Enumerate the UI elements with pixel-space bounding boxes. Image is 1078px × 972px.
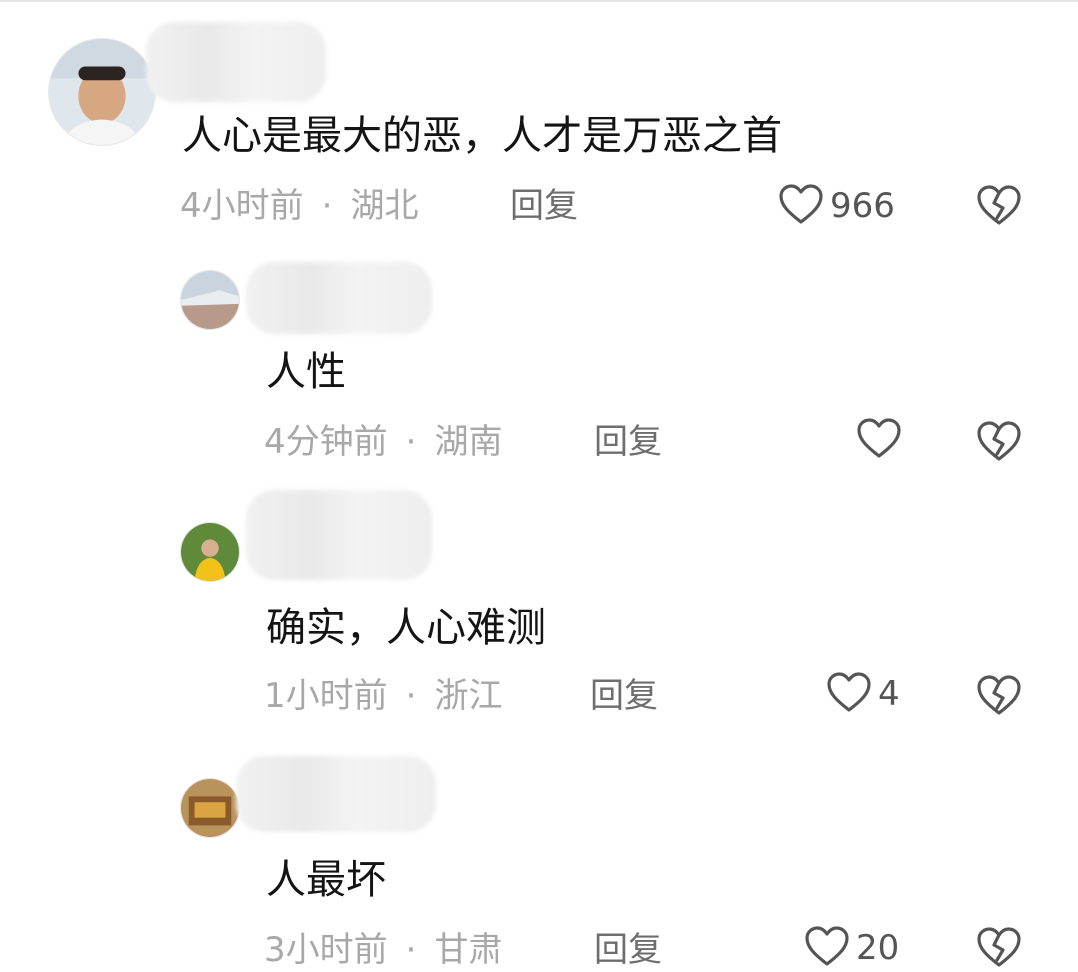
reply-item: 人性 4分钟前 · 湖南 回复	[0, 250, 1078, 480]
dislike-button[interactable]	[976, 184, 1022, 226]
comment-text: 人最坏	[266, 857, 386, 903]
comment-time: 3小时前	[264, 930, 388, 970]
user-avatar[interactable]	[180, 522, 240, 582]
comment-text: 人心是最大的恶，人才是万恶之首	[182, 113, 782, 159]
comment-meta: 4分钟前 · 湖南	[264, 422, 502, 462]
comment-meta: 4小时前 · 湖北	[180, 186, 418, 226]
user-avatar[interactable]	[180, 778, 240, 838]
comment-time: 4小时前	[180, 186, 304, 226]
blurred-username	[246, 490, 432, 580]
dislike-button[interactable]	[976, 420, 1022, 462]
comment-text: 人性	[266, 349, 346, 395]
comment-meta: 1小时前 · 浙江	[264, 676, 502, 716]
user-avatar[interactable]	[48, 38, 156, 146]
reply-button[interactable]: 回复	[590, 676, 658, 716]
comment-location: 湖南	[434, 422, 503, 462]
like-button[interactable]: 20	[804, 924, 899, 972]
user-avatar[interactable]	[180, 270, 240, 330]
meta-separator: ·	[405, 422, 417, 462]
reply-item: 人最坏 3小时前 · 甘肃 回复 20	[0, 748, 1078, 970]
like-button[interactable]	[856, 416, 908, 464]
blurred-username	[236, 756, 436, 832]
heart-outline-icon	[856, 417, 902, 463]
comment-location: 湖北	[350, 186, 419, 226]
broken-heart-icon	[976, 927, 1022, 972]
like-count: 20	[856, 928, 900, 968]
meta-separator: ·	[405, 676, 417, 716]
reply-button[interactable]: 回复	[510, 186, 578, 226]
dislike-button[interactable]	[976, 926, 1022, 968]
blurred-username	[246, 262, 432, 334]
meta-separator: ·	[321, 186, 333, 226]
heart-outline-icon	[804, 925, 850, 971]
reply-button[interactable]: 回复	[594, 422, 662, 462]
comment-text: 确实，人心难测	[266, 605, 546, 651]
reply-item: 确实，人心难测 1小时前 · 浙江 回复 4	[0, 490, 1078, 740]
comment-time: 4分钟前	[264, 422, 388, 462]
comment-meta: 3小时前 · 甘肃	[264, 930, 502, 970]
like-button[interactable]: 966	[778, 182, 895, 230]
comment-item: 人心是最大的恶，人才是万恶之首 4小时前 · 湖北 回复 966	[0, 0, 1078, 240]
broken-heart-icon	[976, 421, 1022, 466]
comment-time: 1小时前	[264, 676, 388, 716]
reply-button[interactable]: 回复	[594, 930, 662, 970]
like-count: 966	[830, 186, 895, 226]
comment-location: 甘肃	[434, 930, 503, 970]
dislike-button[interactable]	[976, 674, 1022, 716]
broken-heart-icon	[976, 675, 1022, 720]
blurred-username	[146, 22, 326, 102]
heart-outline-icon	[826, 671, 872, 717]
heart-outline-icon	[778, 183, 824, 229]
broken-heart-icon	[976, 185, 1022, 230]
like-button[interactable]: 4	[826, 670, 900, 718]
like-count: 4	[878, 674, 900, 714]
comment-location: 浙江	[434, 676, 503, 716]
meta-separator: ·	[405, 930, 417, 970]
